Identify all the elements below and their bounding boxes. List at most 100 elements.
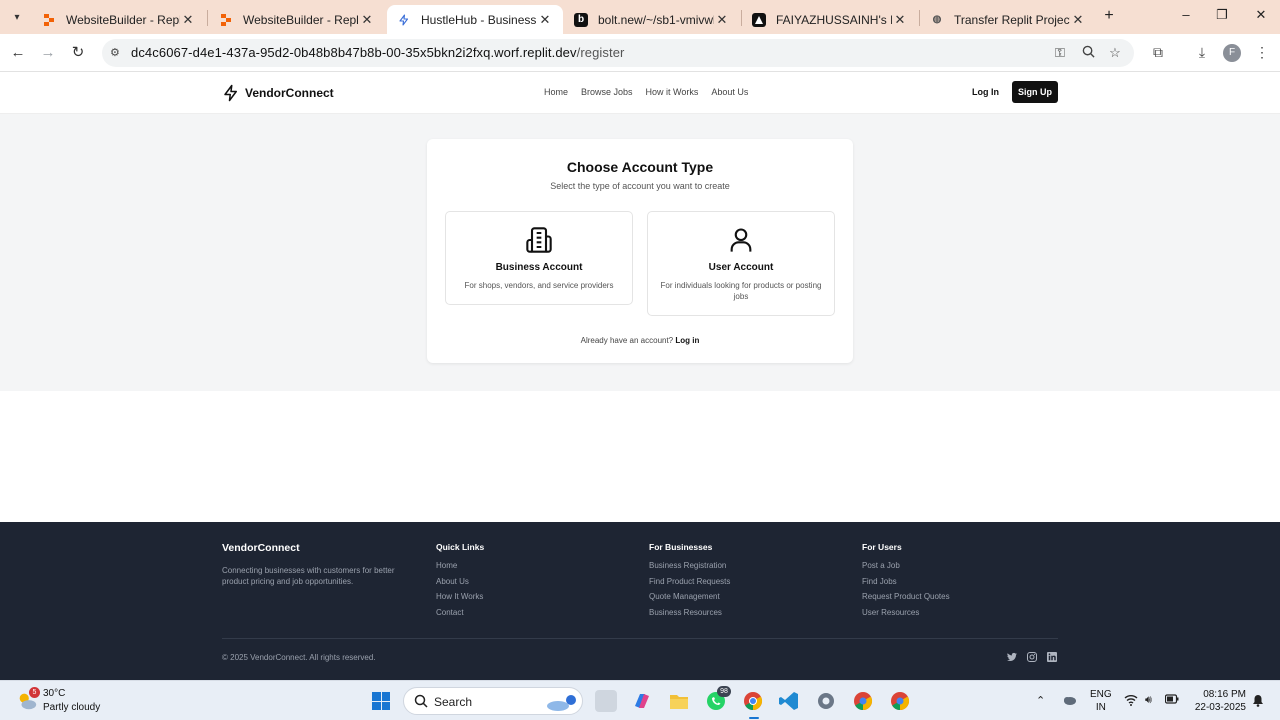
notification-bell-icon[interactable] <box>1252 694 1264 710</box>
tab-title: WebsiteBuilder - Replit <box>66 12 180 27</box>
already-text: Already have an account? <box>580 336 674 345</box>
tab-search-chevron-icon[interactable]: ▾ <box>7 7 27 27</box>
windows-taskbar: 5 30°C Partly cloudy Search 98 ⌃ ENG IN … <box>0 680 1280 720</box>
footer-link-business-registration[interactable]: Business Registration <box>649 561 730 571</box>
volume-icon[interactable]: 🔊︎ <box>1145 694 1152 707</box>
search-label: Search <box>434 695 473 709</box>
password-key-icon[interactable]: ⚿ <box>1052 45 1068 61</box>
new-tab-icon[interactable]: + <box>1100 7 1118 27</box>
close-icon[interactable]: ✕ <box>180 12 196 28</box>
vscode-icon[interactable] <box>778 690 800 712</box>
login-link-bottom[interactable]: Log in <box>675 336 699 345</box>
twitter-icon[interactable] <box>1006 651 1018 663</box>
windows-start-icon[interactable] <box>372 692 390 710</box>
zoom-icon[interactable] <box>1080 45 1096 61</box>
wifi-icon[interactable] <box>1124 694 1138 709</box>
instagram-icon[interactable] <box>1026 651 1038 663</box>
back-icon[interactable]: ← <box>8 43 28 63</box>
footer-link-request-quotes[interactable]: Request Product Quotes <box>862 592 950 602</box>
bolt-icon <box>224 84 237 102</box>
kebab-menu-icon[interactable]: ⋮ <box>1253 44 1271 62</box>
footer-link-quote-management[interactable]: Quote Management <box>649 592 730 602</box>
forward-icon[interactable]: → <box>38 43 58 63</box>
site-footer: VendorConnect Connecting businesses with… <box>0 522 1280 680</box>
clock[interactable]: 08:16 PM 22-03-2025 <box>1190 688 1246 714</box>
close-icon[interactable]: ✕ <box>1070 12 1086 28</box>
bolt-icon <box>397 13 411 27</box>
footer-divider <box>222 638 1058 639</box>
chrome-profile-m2-icon[interactable] <box>889 690 911 712</box>
nav-about-us[interactable]: About Us <box>711 87 748 97</box>
profile-avatar[interactable]: F <box>1223 44 1241 62</box>
weather-condition[interactable]: Partly cloudy <box>43 702 100 713</box>
tab-websitebuilder-1[interactable]: WebsiteBuilder - Replit ✕ <box>32 5 206 34</box>
vercel-icon <box>752 12 766 27</box>
footer-link-user-resources[interactable]: User Resources <box>862 608 950 618</box>
tab-bolt-new[interactable]: b bolt.new/~/sb1-vmivwlf2 ✕ <box>564 5 740 34</box>
linkedin-icon[interactable] <box>1046 651 1058 663</box>
chrome-profile-m-icon[interactable] <box>852 690 874 712</box>
nav-browse-jobs[interactable]: Browse Jobs <box>581 87 633 97</box>
bookmark-star-icon[interactable]: ☆ <box>1107 45 1123 61</box>
footer-col-for-businesses: For Businesses Business Registration Fin… <box>649 542 730 624</box>
reload-icon[interactable]: ↻ <box>68 43 88 63</box>
business-account-desc: For shops, vendors, and service provider… <box>464 281 614 290</box>
clock-time: 08:16 PM <box>1203 689 1246 700</box>
user-icon <box>730 228 752 252</box>
battery-icon[interactable] <box>1164 694 1179 707</box>
restore-icon[interactable]: ❐ <box>1212 7 1232 23</box>
login-link[interactable]: Log In <box>972 87 999 97</box>
file-explorer-icon[interactable] <box>668 690 690 712</box>
taskbar-search[interactable]: Search <box>403 687 583 715</box>
tab-websitebuilder-2[interactable]: WebsiteBuilder - Replit ✕ <box>209 5 385 34</box>
close-icon[interactable]: ✕ <box>359 12 375 28</box>
extensions-icon[interactable]: ⧉ <box>1149 44 1167 62</box>
copilot-icon[interactable] <box>631 690 653 712</box>
minimize-icon[interactable]: – <box>1176 7 1196 22</box>
user-account-desc: For individuals looking for products or … <box>660 281 822 301</box>
signup-button[interactable]: Sign Up <box>1012 81 1058 103</box>
tab-title: Transfer Replit Project <box>954 12 1070 27</box>
close-icon[interactable]: ✕ <box>892 12 908 28</box>
url-text[interactable]: dc4c6067-d4e1-437a-95d2-0b48b8b47b8b-00-… <box>131 45 624 60</box>
footer-link-post-a-job[interactable]: Post a Job <box>862 561 950 571</box>
nav-home[interactable]: Home <box>544 87 568 97</box>
footer-link-find-jobs[interactable]: Find Jobs <box>862 577 950 587</box>
business-account-option[interactable]: Business Account For shops, vendors, and… <box>445 211 633 305</box>
footer-link-business-resources[interactable]: Business Resources <box>649 608 730 618</box>
browser-tab-bar: ▾ WebsiteBuilder - Replit ✕ WebsiteBuild… <box>0 0 1280 34</box>
close-icon[interactable]: ✕ <box>537 12 553 28</box>
site-settings-icon[interactable]: ⚙ <box>110 46 124 60</box>
footer-link-about[interactable]: About Us <box>436 577 484 587</box>
tab-separator <box>207 10 208 26</box>
user-account-option[interactable]: User Account For individuals looking for… <box>647 211 835 316</box>
main-content: Choose Account Type Select the type of a… <box>0 114 1280 391</box>
tab-transfer-replit[interactable]: ◍ Transfer Replit Project ✕ <box>920 5 1096 34</box>
weather-badge: 5 <box>29 687 40 698</box>
footer-col-heading: Quick Links <box>436 542 485 552</box>
bolt-new-icon: b <box>574 12 588 27</box>
footer-copyright: © 2025 VendorConnect. All rights reserve… <box>222 653 376 662</box>
footer-link-home[interactable]: Home <box>436 561 484 571</box>
tab-title: WebsiteBuilder - Replit <box>243 12 359 27</box>
onedrive-cloud-icon[interactable] <box>1061 694 1077 706</box>
nav-how-it-works[interactable]: How it Works <box>646 87 699 97</box>
task-view-icon[interactable] <box>595 690 617 712</box>
show-hidden-icons-chevron-icon[interactable]: ⌃ <box>1036 694 1045 707</box>
tab-faiyaz-project[interactable]: FAIYAZHUSSAINH's Project ✕ <box>742 5 918 34</box>
footer-link-find-product-requests[interactable]: Find Product Requests <box>649 577 730 587</box>
language-indicator[interactable]: ENG IN <box>1090 688 1112 714</box>
tab-hustlehub[interactable]: HustleHub - Business & Us ✕ <box>387 5 563 34</box>
weather-temperature[interactable]: 30°C <box>43 688 65 699</box>
brand-logo[interactable]: VendorConnect <box>222 84 334 102</box>
close-icon[interactable]: ✕ <box>714 12 730 28</box>
page-subtitle: Select the type of account you want to c… <box>550 181 730 191</box>
footer-link-contact[interactable]: Contact <box>436 608 484 618</box>
window-close-icon[interactable]: ✕ <box>1251 7 1271 23</box>
download-icon[interactable]: ⤓ <box>1193 44 1211 62</box>
address-bar[interactable]: ⚙ dc4c6067-d4e1-437a-95d2-0b48b8b47b8b-0… <box>102 39 1134 67</box>
chrome-icon[interactable] <box>742 690 764 712</box>
tab-title: HustleHub - Business & Us <box>421 12 537 27</box>
settings-icon[interactable] <box>815 690 837 712</box>
footer-link-how-it-works[interactable]: How It Works <box>436 592 484 602</box>
